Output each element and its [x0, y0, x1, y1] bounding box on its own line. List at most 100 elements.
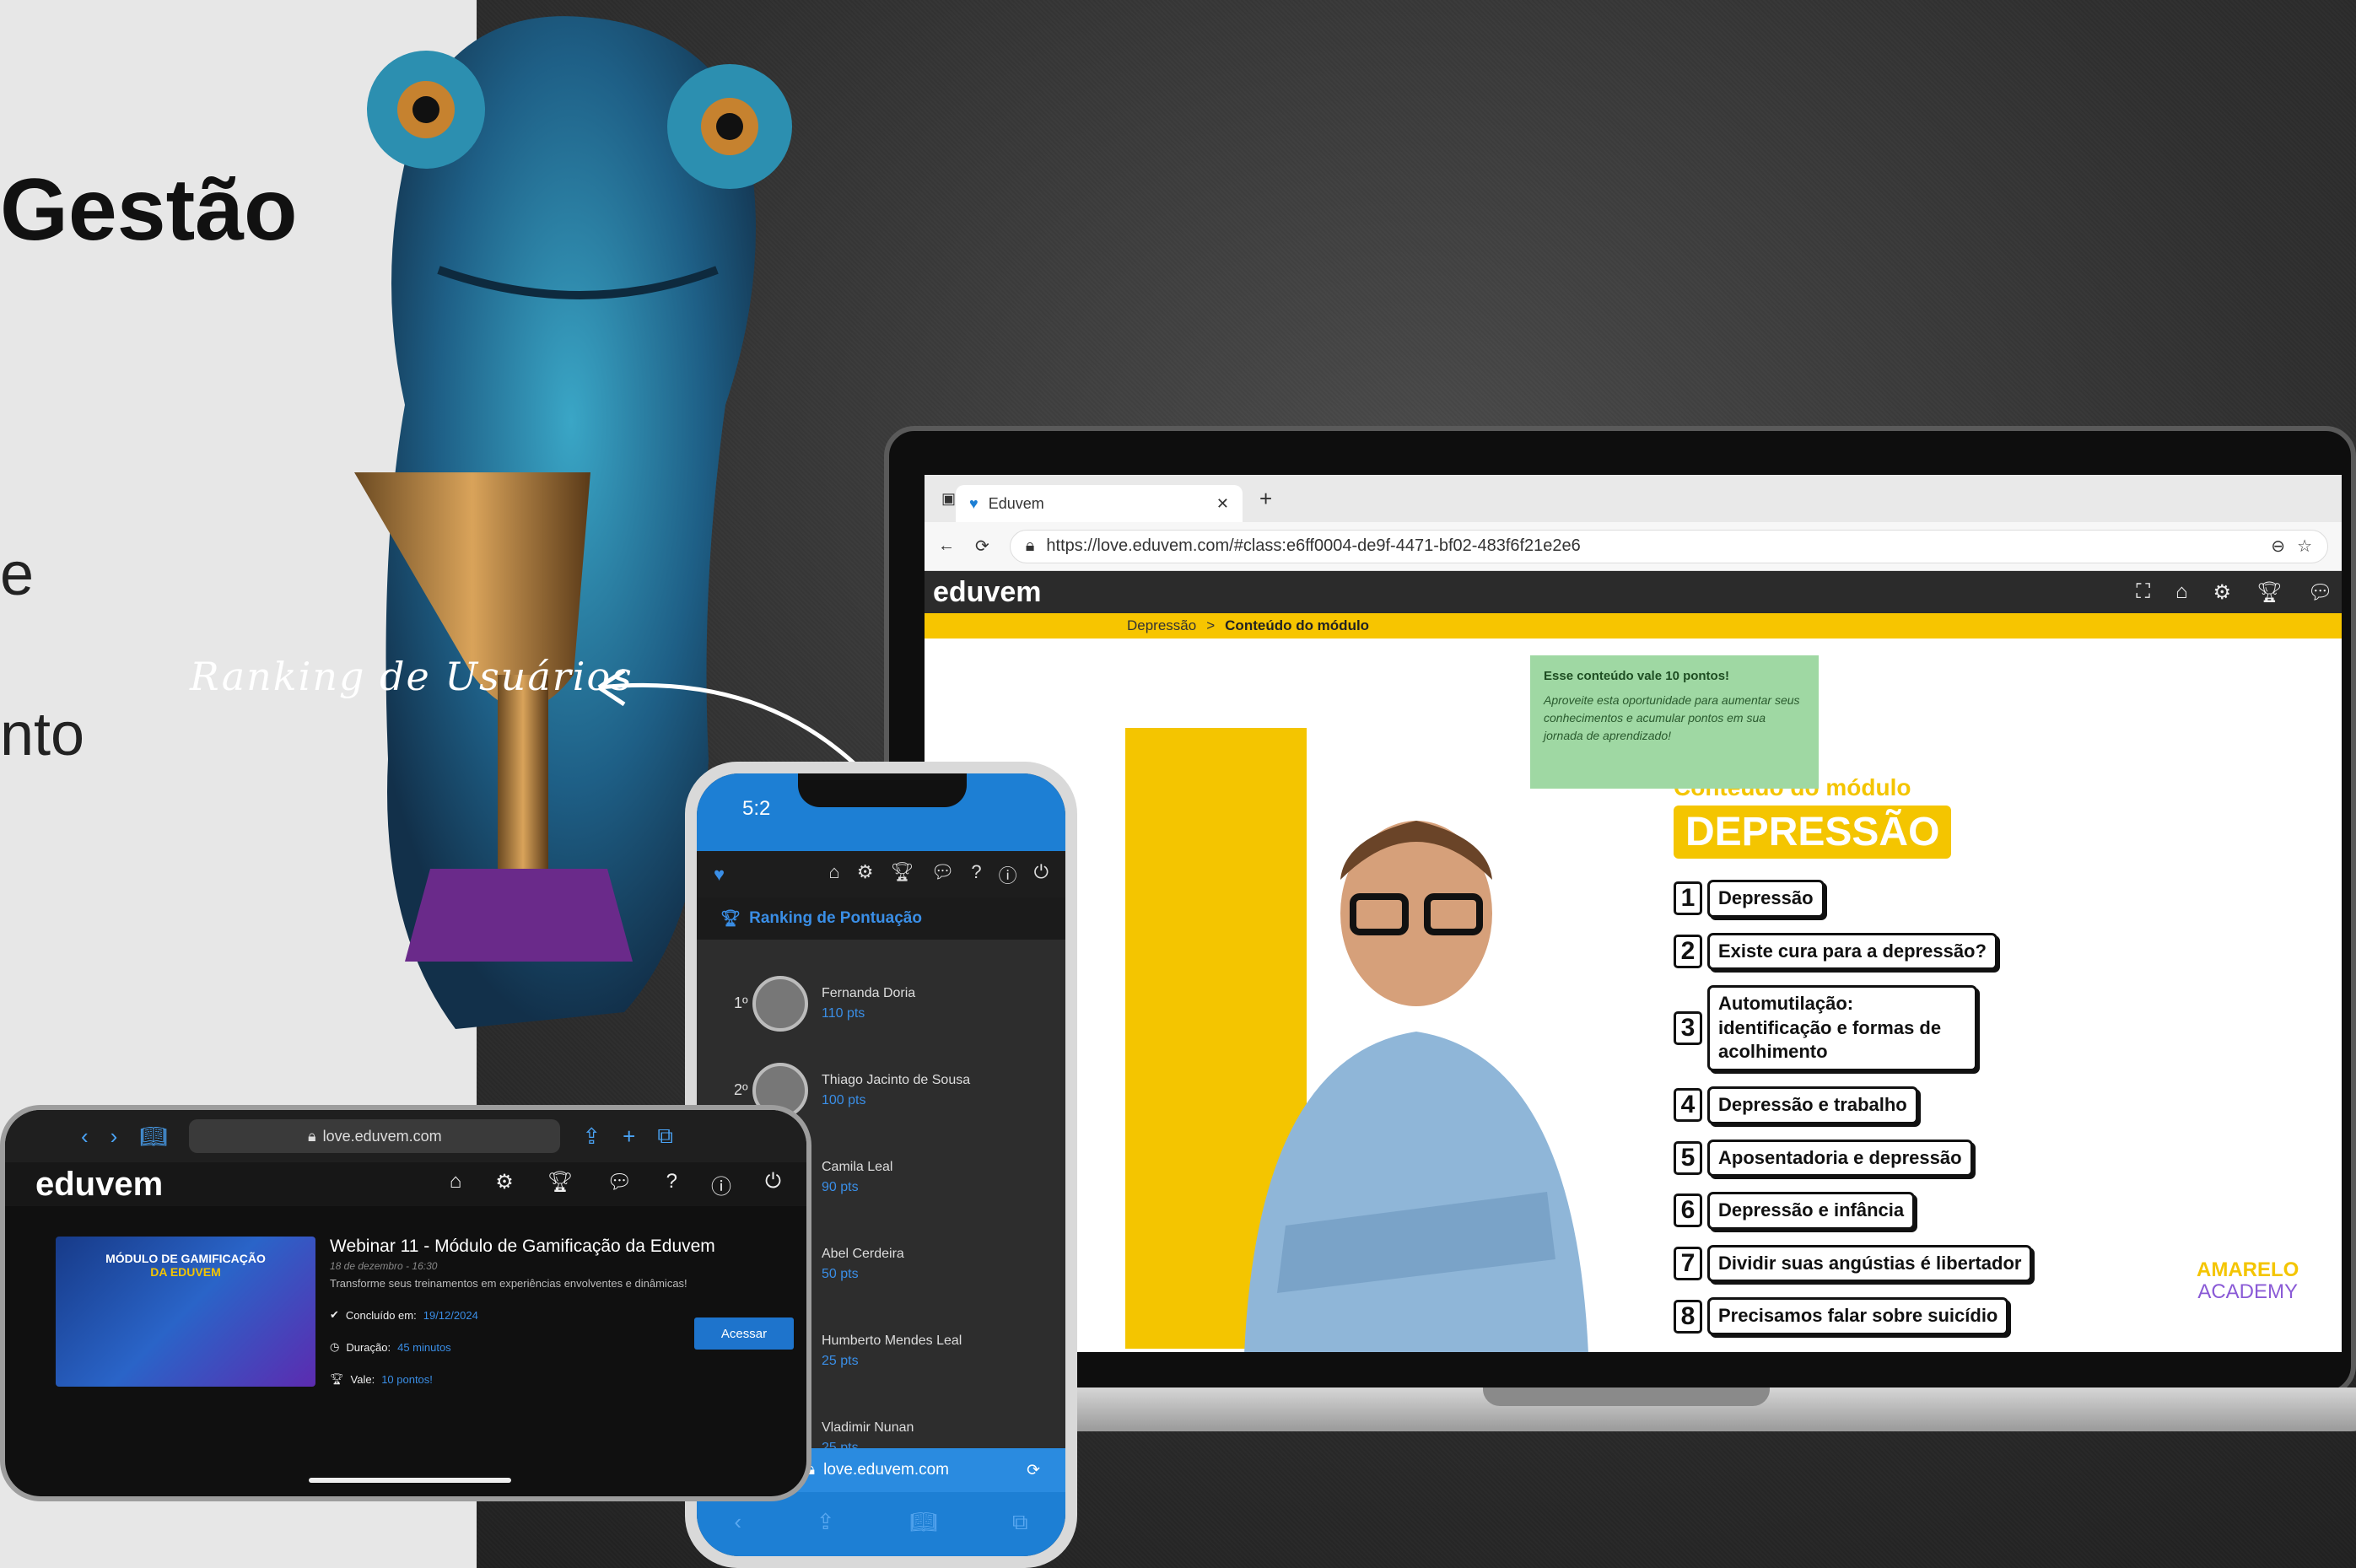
power-icon[interactable]: ⏻ [765, 1170, 781, 1199]
lesson-item[interactable]: 3 Automutilação: identificação e formas d… [1674, 985, 2032, 1071]
gears-icon[interactable]: ⚙ [495, 1170, 514, 1199]
breadcrumb-current: Conteúdo do módulo [1225, 617, 1370, 633]
bookmarks-icon[interactable]: 📖︎ [909, 1509, 937, 1536]
star-icon[interactable]: ☆ [2297, 536, 2312, 557]
gears-icon[interactable]: ⚙ [2213, 580, 2232, 605]
tablet-address[interactable]: 🔒︎ love.eduvem.com [189, 1119, 561, 1153]
browser-tab[interactable]: ♥ Eduvem ✕ [956, 485, 1243, 522]
home-icon[interactable]: ⌂ [450, 1170, 462, 1199]
trophy-icon[interactable]: 🏆︎ [2256, 580, 2282, 605]
info-icon[interactable]: ⓘ [711, 1170, 731, 1199]
heart-icon[interactable]: ♥ [714, 864, 725, 886]
lesson-number: 1 [1674, 881, 1702, 916]
text-fragment: nto [0, 701, 85, 768]
slide-title: DEPRESSÃO [1674, 806, 1952, 859]
lesson-label: Existe cura para a depressão? [1707, 932, 1997, 971]
chat-icon[interactable]: 💬︎ [607, 1170, 632, 1199]
bookmarks-icon[interactable]: 📖︎ [139, 1123, 167, 1150]
back-icon[interactable]: ← [938, 536, 955, 556]
back-icon[interactable]: ‹ [734, 1509, 741, 1536]
back-icon[interactable]: ‹ [81, 1123, 89, 1150]
lesson-number: 3 [1674, 1011, 1702, 1046]
done-label: Concluído em: [345, 1308, 417, 1322]
window-icon[interactable]: ▣ [941, 490, 956, 508]
help-icon[interactable]: ? [971, 861, 981, 888]
ranking-row[interactable]: 1º Fernanda Doria 110 pts [697, 960, 1065, 1047]
chat-icon[interactable]: 💬︎ [2308, 580, 2333, 605]
lesson-item[interactable]: 2 Existe cura para a depressão? [1674, 932, 2032, 971]
webinar-thumbnail[interactable]: MÓDULO DE GAMIFICAÇÃO DA EDUVEM [56, 1237, 315, 1387]
lesson-number: 5 [1674, 1140, 1702, 1175]
rank-name: Camila Leal [822, 1159, 893, 1174]
lesson-number: 8 [1674, 1299, 1702, 1334]
phone-nav: ♥ ⌂ ⚙ 🏆︎ 💬︎? ⓘ ⏻ [697, 851, 1065, 897]
browser-tabbar: ▣ ♥ Eduvem ✕ + [925, 475, 2342, 522]
trophy-icon[interactable]: 🏆︎ [890, 861, 914, 888]
tabs-icon[interactable]: ⧉ [657, 1123, 673, 1150]
breadcrumb-sep: > [1206, 617, 1216, 633]
new-tab-icon[interactable]: + [1259, 486, 1272, 512]
gears-icon[interactable]: ⚙ [857, 861, 874, 888]
eduvem-logo[interactable]: eduvem [933, 576, 1042, 609]
share-icon[interactable]: ⇪ [582, 1123, 601, 1150]
presenter-photo [1244, 821, 1588, 1352]
points-toast: Esse conteúdo vale 10 pontos! Aproveite … [1530, 655, 1819, 789]
laptop-notch [1483, 1387, 1770, 1406]
tab-title: Eduvem [988, 494, 1044, 512]
lesson-label: Depressão e infância [1707, 1192, 1916, 1230]
rank-name: Thiago Jacinto de Sousa [822, 1072, 971, 1087]
lesson-item[interactable]: 6 Depressão e infância [1674, 1192, 2032, 1230]
home-icon[interactable]: ⌂ [2175, 580, 2188, 605]
fullscreen-icon[interactable]: ⛶ [2136, 580, 2150, 605]
laptop-screen: ▣ ♥ Eduvem ✕ + ← ⟳ 🔒︎ https://love.eduvem.c… [925, 475, 2342, 1352]
new-tab-icon[interactable]: + [623, 1123, 635, 1150]
phone-url-text: love.eduvem.com [823, 1461, 950, 1479]
info-icon[interactable]: ⓘ [999, 861, 1017, 888]
help-icon[interactable]: ? [666, 1170, 677, 1199]
power-icon[interactable]: ⏻ [1034, 861, 1049, 888]
phone-notch [798, 773, 967, 807]
chat-icon[interactable]: 💬︎ [930, 861, 954, 888]
forward-icon[interactable]: › [111, 1123, 118, 1150]
module-slide: Conteúdo do módulo DEPRESSÃO 1Depressão … [1125, 728, 2299, 1352]
rank-points: 100 pts [822, 1092, 866, 1107]
address-field[interactable]: 🔒︎ https://love.eduvem.com/#class:e6ff000… [1009, 529, 2328, 563]
reload-icon[interactable]: ⟳ [975, 536, 989, 557]
breadcrumb: Depressão > Conteúdo do módulo [925, 613, 2342, 639]
lesson-item[interactable]: 8 Precisamos falar sobre suicídio [1674, 1297, 2032, 1335]
lesson-list: 1 Depressão 2 Existe cura para a depressão… [1674, 880, 2033, 1350]
breadcrumb-parent[interactable]: Depressão [1127, 617, 1196, 634]
access-button[interactable]: Acessar [694, 1317, 794, 1350]
reload-icon[interactable]: ⟳ [1027, 1461, 1040, 1480]
lesson-item[interactable]: 1 Depressão [1674, 880, 2032, 918]
webinar-card: MÓDULO DE GAMIFICAÇÃO DA EDUVEM Webinar 1… [56, 1237, 794, 1439]
lock-icon: 🔒︎ [308, 1127, 316, 1145]
lesson-number: 2 [1674, 934, 1702, 968]
close-icon[interactable]: ✕ [1216, 495, 1229, 513]
trophy-icon[interactable]: 🏆︎ [547, 1170, 573, 1199]
lesson-label: Precisamos falar sobre suicídio [1707, 1297, 2009, 1335]
done-value: 19/12/2024 [423, 1308, 478, 1322]
zoom-icon[interactable]: ⊖ [2271, 536, 2285, 557]
duration-label: Duração: [346, 1340, 391, 1354]
tabs-icon[interactable]: ⧉ [1012, 1509, 1028, 1536]
laptop-lid: ▣ ♥ Eduvem ✕ + ← ⟳ 🔒︎ https://love.eduvem.c… [884, 426, 2356, 1396]
toast-title: Esse conteúdo vale 10 pontos! [1544, 669, 1730, 683]
rank-name: Abel Cerdeira [822, 1246, 904, 1261]
duration-value: 45 minutos [397, 1340, 451, 1354]
avatar [752, 975, 808, 1032]
rank-name: Humberto Mendes Leal [822, 1333, 962, 1348]
clock-icon: ◷ [330, 1340, 340, 1353]
ranking-callout: Ranking de Usuários [190, 654, 633, 699]
eduvem-logo[interactable]: eduvem [35, 1166, 163, 1204]
share-icon[interactable]: ⇪ [817, 1509, 835, 1536]
tablet-mockup: ‹ › 📖︎ 🔒︎ love.eduvem.com ⇪ + ⧉ eduvem ⌂ ⚙ 🏆︎ 💬︎… [0, 1105, 811, 1501]
lesson-item[interactable]: 7 Dividir suas angústias é libertador [1674, 1244, 2033, 1283]
lesson-item[interactable]: 4 Depressão e trabalho [1674, 1086, 2032, 1124]
home-indicator [309, 1478, 511, 1483]
rank-position: 2º [734, 1081, 748, 1098]
home-icon[interactable]: ⌂ [828, 861, 839, 888]
lesson-item[interactable]: 5 Aposentadoria e depressão [1674, 1139, 2032, 1177]
trophy-icon: 🏆︎ [330, 1372, 344, 1385]
webinar-desc: Transforme seus treinamentos em experiên… [330, 1277, 687, 1290]
